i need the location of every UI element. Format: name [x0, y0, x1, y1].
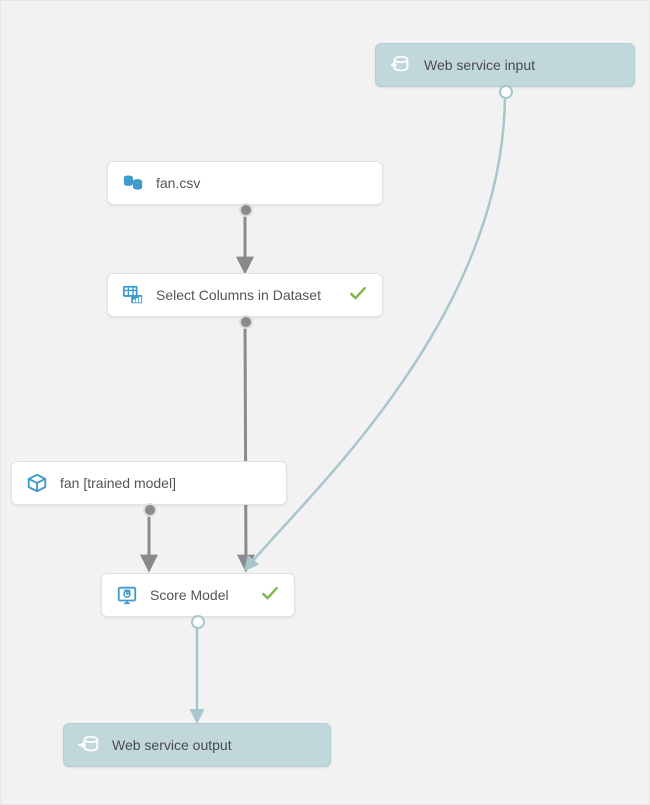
node-trained-model[interactable]: fan [trained model]	[11, 461, 287, 505]
web-service-out-icon	[78, 734, 100, 756]
output-port[interactable]	[499, 85, 513, 99]
node-label: Web service input	[424, 57, 620, 73]
node-dataset[interactable]: fan.csv	[107, 161, 383, 205]
web-service-in-icon	[390, 54, 412, 76]
node-label: Select Columns in Dataset	[156, 287, 338, 303]
output-port[interactable]	[143, 503, 157, 517]
trained-model-icon	[26, 472, 48, 494]
select-columns-icon	[122, 284, 144, 306]
node-label: fan.csv	[156, 175, 368, 191]
output-port[interactable]	[239, 315, 253, 329]
score-model-icon	[116, 584, 138, 606]
node-web-service-output[interactable]: Web service output	[63, 723, 331, 767]
node-label: fan [trained model]	[60, 475, 272, 491]
experiment-canvas[interactable]: Web service input fan.csv	[0, 0, 650, 805]
dataset-icon	[122, 172, 144, 194]
node-label: Web service output	[112, 737, 316, 753]
node-select-columns[interactable]: Select Columns in Dataset	[107, 273, 383, 317]
node-label: Score Model	[150, 587, 250, 603]
status-ok-icon	[260, 584, 280, 607]
connectors-layer	[1, 1, 650, 805]
output-port[interactable]	[191, 615, 205, 629]
output-port[interactable]	[239, 203, 253, 217]
status-ok-icon	[348, 284, 368, 307]
node-score-model[interactable]: Score Model	[101, 573, 295, 617]
node-web-service-input[interactable]: Web service input	[375, 43, 635, 87]
connector-select-columns-to-score	[245, 317, 246, 569]
